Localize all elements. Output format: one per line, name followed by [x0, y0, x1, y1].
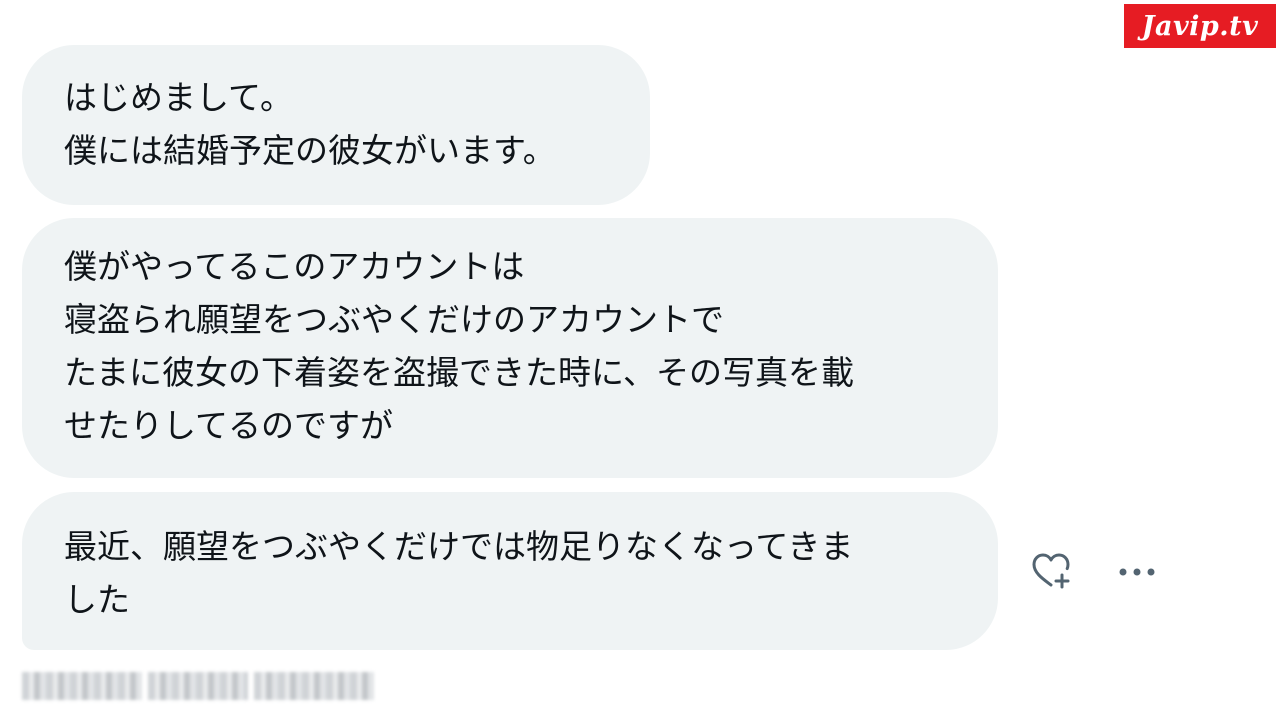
message-bubble[interactable]: 僕がやってるこのアカウントは 寝盗られ願望をつぶやくだけのアカウントで たまに彼…	[22, 218, 998, 478]
message-actions	[1028, 549, 1160, 595]
blurred-time	[254, 672, 374, 700]
message-line: 最近、願望をつぶやくだけでは物足りなくなってきま	[64, 527, 854, 566]
more-button[interactable]	[1114, 549, 1160, 595]
blurred-timestamp	[22, 668, 380, 704]
message-line: 寝盗られ願望をつぶやくだけのアカウントで	[64, 300, 724, 339]
message-line: たまに彼女の下着姿を盗撮できた時に、その写真を載	[64, 353, 855, 392]
message-line: 僕には結婚予定の彼女がいます。	[64, 131, 556, 170]
react-button[interactable]	[1028, 549, 1074, 595]
message-bubble[interactable]: はじめまして。 僕には結婚予定の彼女がいます。	[22, 45, 650, 205]
watermark-text: Javip.tv	[1141, 10, 1259, 42]
watermark-logo: Javip.tv	[1124, 4, 1276, 48]
message-line: せたりしてるのですが	[64, 406, 394, 445]
message-line: 僕がやってるこのアカウントは	[64, 247, 525, 286]
message-line: はじめまして。	[64, 78, 294, 117]
dm-conversation: Javip.tv はじめまして。 僕には結婚予定の彼女がいます。 僕がやってるこ…	[0, 0, 1280, 720]
message-bubble[interactable]: 最近、願望をつぶやくだけでは物足りなくなってきま した	[22, 492, 998, 650]
blurred-date	[22, 672, 142, 700]
blurred-date	[148, 672, 248, 700]
heart-plus-icon	[1029, 550, 1073, 594]
message-line: した	[64, 580, 130, 619]
more-horizontal-icon	[1117, 563, 1157, 582]
